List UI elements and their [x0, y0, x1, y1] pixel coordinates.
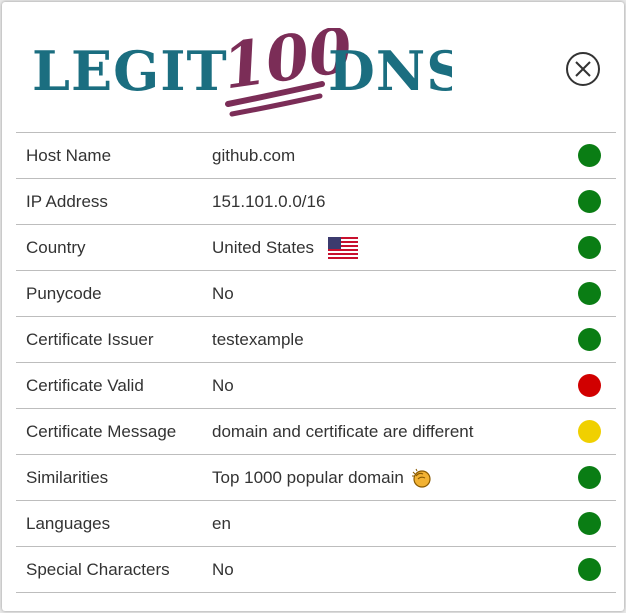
table-row-languages: Languages en	[16, 500, 616, 546]
us-flag-icon	[328, 236, 359, 259]
logo-text-left: LEGIT	[32, 39, 228, 103]
status-green-icon	[578, 466, 601, 489]
table-row-certificate-issuer: Certificate Issuer testexample	[16, 316, 616, 362]
row-label: Host Name	[26, 146, 112, 165]
status-green-icon	[578, 236, 601, 259]
table-row-country: Country United States	[16, 224, 616, 270]
row-value: github.com	[212, 146, 296, 165]
row-label: Country	[26, 238, 86, 257]
close-circle-icon	[566, 52, 600, 86]
status-green-icon	[578, 144, 601, 167]
dns-check-table: Host Name github.com IP Address 151.101.…	[16, 132, 616, 593]
status-red-icon	[578, 374, 601, 397]
row-label: Certificate Issuer	[26, 330, 154, 349]
row-value: United States	[212, 225, 359, 270]
status-green-icon	[578, 512, 601, 535]
close-button[interactable]	[566, 52, 600, 86]
row-label: Languages	[26, 514, 111, 533]
row-value: domain and certificate are different	[212, 422, 474, 441]
status-green-icon	[578, 190, 601, 213]
status-yellow-icon	[578, 420, 601, 443]
row-label: IP Address	[26, 192, 108, 211]
row-label: Certificate Message	[26, 422, 177, 441]
table-row-ip-address: IP Address 151.101.0.0/16	[16, 178, 616, 224]
row-label: Similarities	[26, 468, 109, 487]
table-row-punycode: Punycode No	[16, 270, 616, 316]
status-green-icon	[578, 282, 601, 305]
row-value: No	[212, 560, 234, 579]
row-value: No	[212, 376, 234, 395]
table-row-certificate-valid: Certificate Valid No	[16, 362, 616, 408]
table-row-special-characters: Special Characters No	[16, 546, 616, 593]
row-value: Top 1000 popular domain	[212, 455, 432, 500]
legit-dns-popup: LEGIT 100 DNS Host Name github.com IP Ad…	[2, 2, 624, 611]
status-green-icon	[578, 328, 601, 351]
row-value: 151.101.0.0/16	[212, 192, 326, 211]
row-value: en	[212, 514, 231, 533]
row-value: No	[212, 284, 234, 303]
status-green-icon	[578, 558, 601, 581]
table-row-certificate-message: Certificate Message domain and certifica…	[16, 408, 616, 454]
row-label: Punycode	[26, 284, 102, 303]
table-row-host-name: Host Name github.com	[16, 132, 616, 178]
logo-text-right: DNS	[328, 39, 452, 103]
row-label: Certificate Valid	[26, 376, 144, 395]
row-value: testexample	[212, 330, 304, 349]
clapping-hands-icon	[411, 468, 431, 488]
row-label: Special Characters	[26, 560, 170, 579]
legit-100-dns-logo: LEGIT 100 DNS	[32, 13, 465, 128]
table-row-similarities: Similarities Top 1000 popular domain	[16, 454, 616, 500]
